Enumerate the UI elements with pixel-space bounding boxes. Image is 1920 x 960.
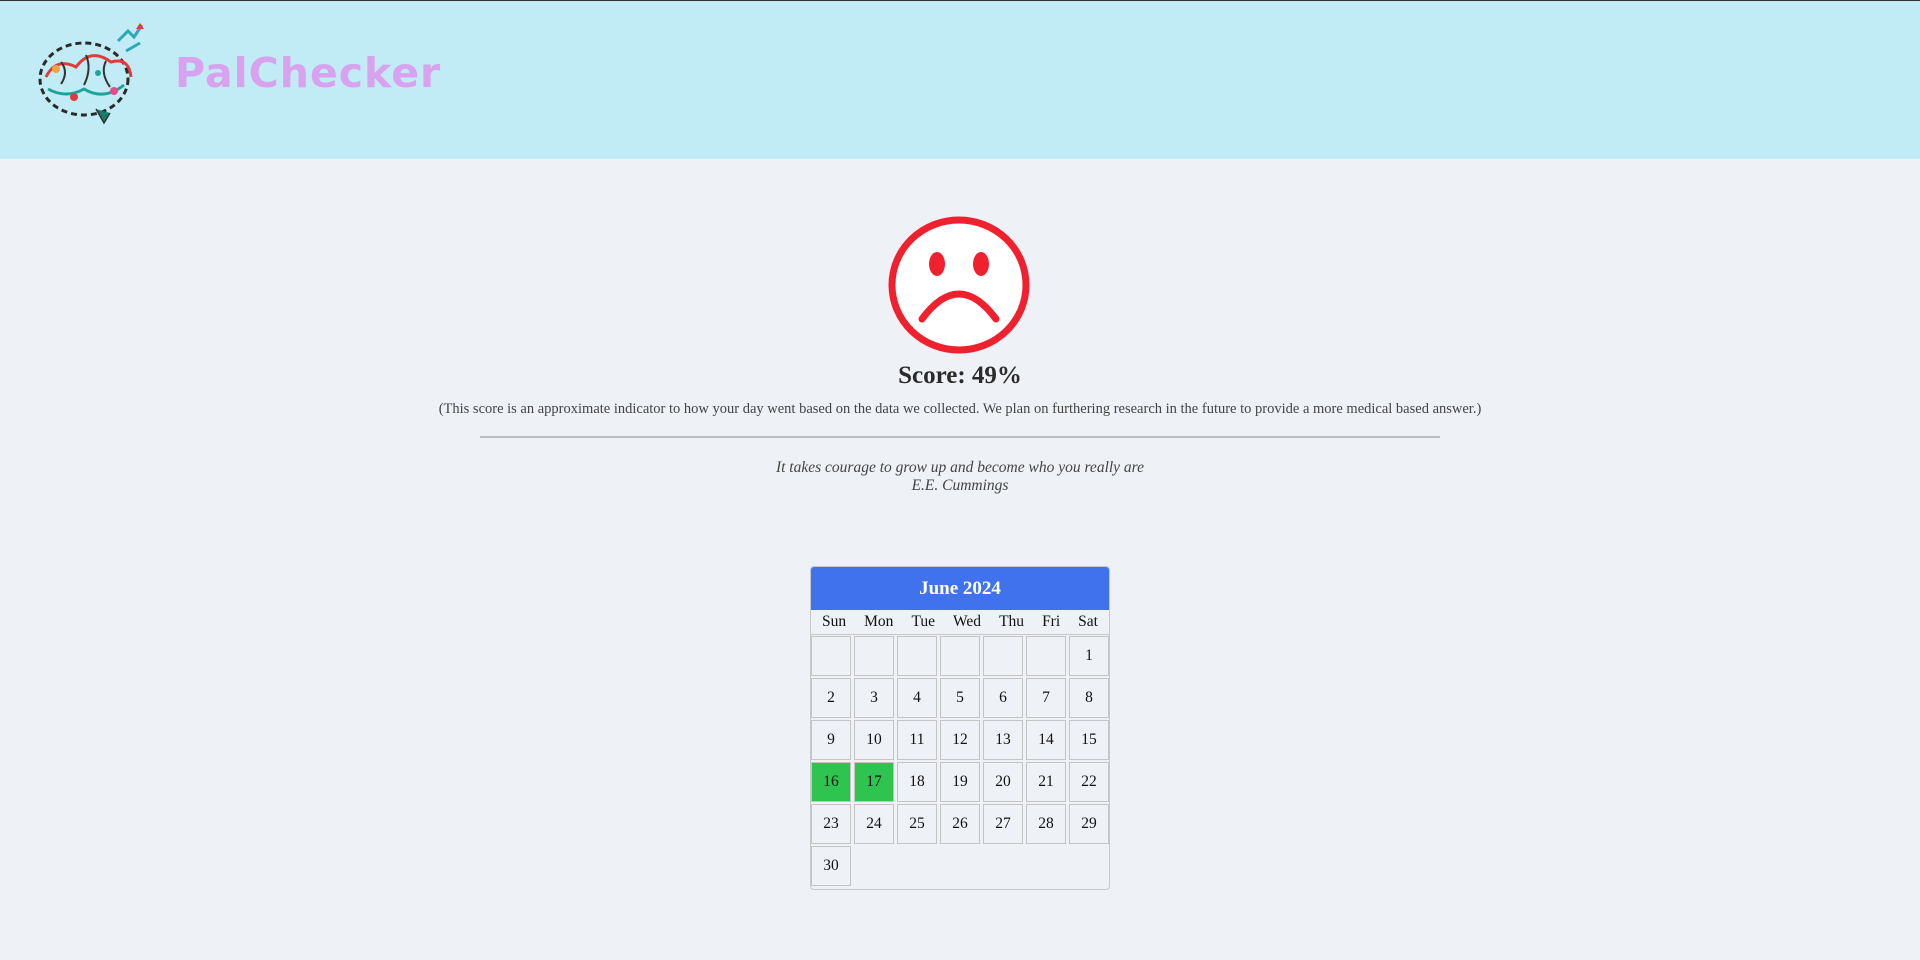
weekday-label: Fri	[1042, 613, 1061, 630]
calendar-day-9[interactable]: 9	[811, 720, 851, 760]
calendar-day-19[interactable]: 19	[940, 762, 980, 802]
calendar-day-7[interactable]: 7	[1026, 678, 1066, 718]
weekday-label: Thu	[999, 613, 1025, 630]
weekday-label: Sun	[822, 613, 847, 630]
calendar-day-16[interactable]: 16	[811, 762, 851, 802]
calendar-day-12[interactable]: 12	[940, 720, 980, 760]
score-value: Score: 49%	[898, 362, 1022, 389]
calendar-day-21[interactable]: 21	[1026, 762, 1066, 802]
calendar-day-15[interactable]: 15	[1069, 720, 1109, 760]
calendar-empty-cell	[854, 636, 894, 676]
calendar-day-1[interactable]: 1	[1069, 636, 1109, 676]
calendar-month-title: June 2024	[811, 567, 1109, 610]
calendar-grid: 1 2 3 4 5 6 7 8 9 10 11 12 13 14 15 16 17 18 19 20 21 22 23 24 2…	[811, 635, 1109, 886]
calendar-empty-cell	[811, 636, 851, 676]
calendar-day-18[interactable]: 18	[897, 762, 937, 802]
score-disclaimer: (This score is an approximate indicator …	[438, 401, 1482, 417]
calendar-day-11[interactable]: 11	[897, 720, 937, 760]
calendar-day-22[interactable]: 22	[1069, 762, 1109, 802]
calendar-day-6[interactable]: 6	[983, 678, 1023, 718]
calendar-day-10[interactable]: 10	[854, 720, 894, 760]
calendar-day-2[interactable]: 2	[811, 678, 851, 718]
calendar-day-13[interactable]: 13	[983, 720, 1023, 760]
calendar-day-3[interactable]: 3	[854, 678, 894, 718]
header-bar: PalChecker	[0, 0, 1920, 159]
calendar-day-25[interactable]: 25	[897, 804, 937, 844]
calendar-empty-cell	[940, 636, 980, 676]
calendar-day-20[interactable]: 20	[983, 762, 1023, 802]
brain-logo-icon[interactable]	[26, 17, 156, 129]
calendar-day-26[interactable]: 26	[940, 804, 980, 844]
calendar-empty-cell	[1026, 636, 1066, 676]
calendar-day-28[interactable]: 28	[1026, 804, 1066, 844]
quote-author: E.E. Cummings	[911, 477, 1009, 494]
calendar-day-8[interactable]: 8	[1069, 678, 1109, 718]
calendar-day-23[interactable]: 23	[811, 804, 851, 844]
weekday-label: Mon	[864, 613, 894, 630]
calendar-day-27[interactable]: 27	[983, 804, 1023, 844]
calendar-day-5[interactable]: 5	[940, 678, 980, 718]
calendar-day-14[interactable]: 14	[1026, 720, 1066, 760]
quote-block: It takes courage to grow up and become w…	[0, 459, 1920, 495]
calendar-day-29[interactable]: 29	[1069, 804, 1109, 844]
calendar-weekdays: Sun Mon Tue Wed Thu Fri Sat	[811, 610, 1109, 635]
calendar-day-24[interactable]: 24	[854, 804, 894, 844]
weekday-label: Sat	[1078, 613, 1098, 630]
weekday-label: Tue	[911, 613, 936, 630]
calendar: June 2024 Sun Mon Tue Wed Thu Fri Sat 12345678…	[810, 566, 1110, 890]
brand-title[interactable]: PalChecker	[175, 53, 441, 94]
calendar-empty-cell	[897, 636, 937, 676]
calendar-day-4[interactable]: 4	[897, 678, 937, 718]
quote-text: It takes courage to grow up and become w…	[775, 459, 1145, 476]
calendar-empty-cell	[983, 636, 1023, 676]
divider	[480, 436, 1440, 438]
sad-face-icon	[888, 216, 1030, 354]
calendar-day-30[interactable]: 30	[811, 846, 851, 886]
calendar-day-17[interactable]: 17	[854, 762, 894, 802]
weekday-label: Wed	[953, 613, 982, 630]
